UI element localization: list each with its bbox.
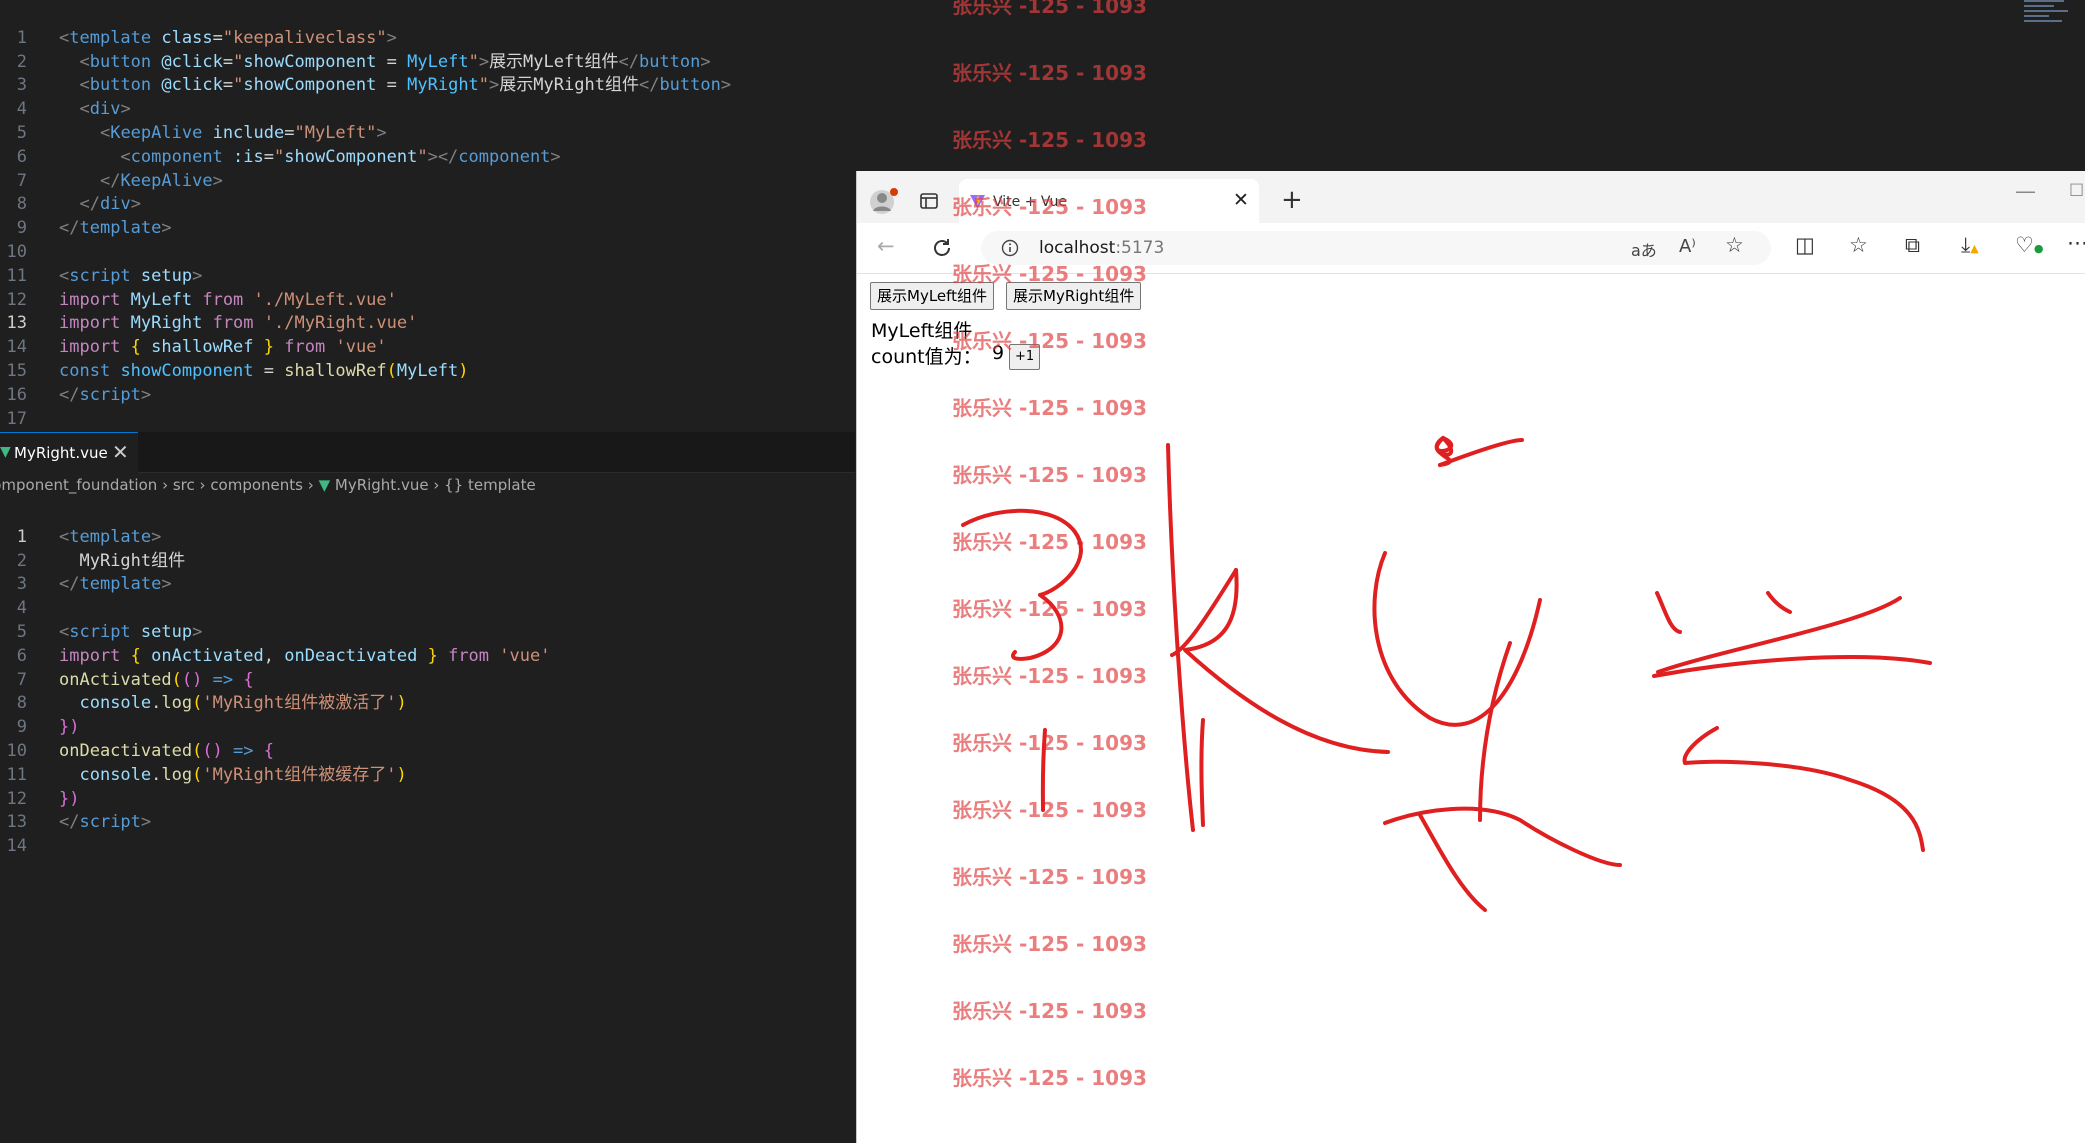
handwriting-signature bbox=[961, 436, 1932, 912]
